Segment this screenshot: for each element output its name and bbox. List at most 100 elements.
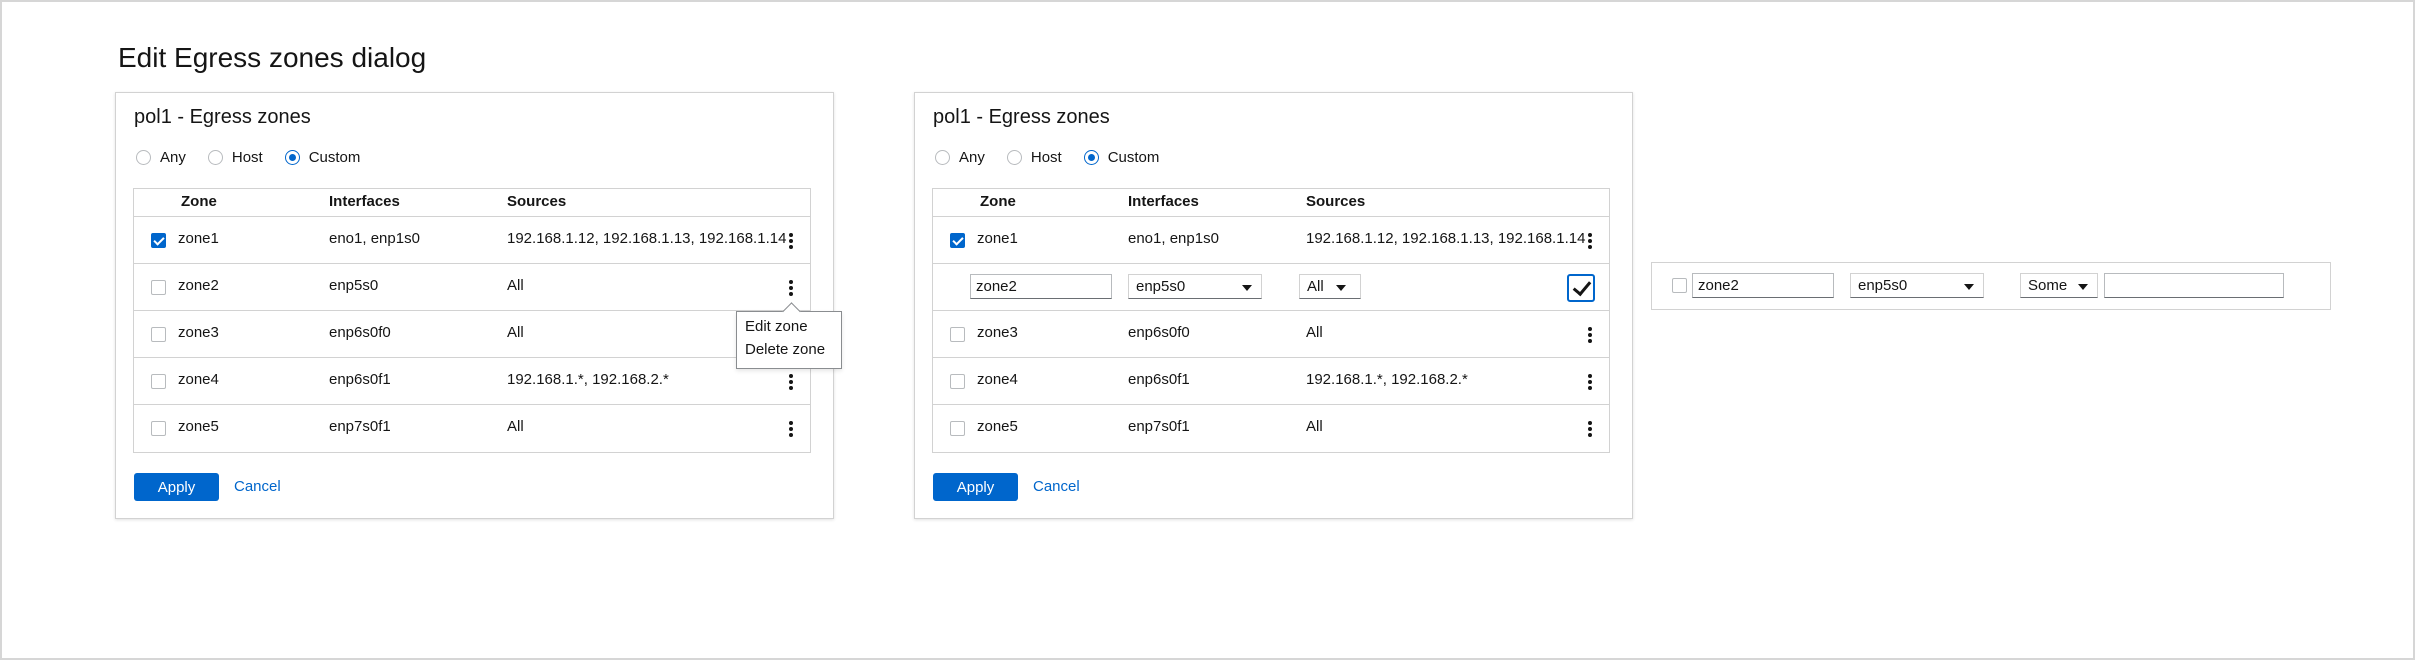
row-checkbox[interactable] [950, 374, 965, 389]
table-row-editing: enp5s0 All [933, 264, 1609, 311]
zones-table: Zone Interfaces Sources zone1 eno1, enp1… [932, 188, 1610, 453]
column-header-interfaces: Interfaces [1128, 193, 1199, 210]
apply-button[interactable]: Apply [933, 473, 1018, 501]
row-checkbox[interactable] [950, 327, 965, 342]
table-row: zone2 enp5s0 All [134, 264, 810, 311]
radio-button-selected[interactable] [284, 150, 300, 165]
sources-text-input[interactable] [2104, 273, 2284, 298]
kebab-menu-icon[interactable] [1587, 327, 1593, 343]
scope-radio-group: Any Host Custom [935, 149, 1181, 166]
zone-cell: zone1 [178, 230, 219, 247]
interfaces-cell: enp5s0 [329, 277, 379, 294]
sources-cell: 192.168.1.12, 192.168.1.13, 192.168.1.14 [1306, 230, 1586, 247]
radio-button[interactable] [1006, 150, 1022, 165]
kebab-menu-icon[interactable] [1587, 421, 1593, 437]
column-header-interfaces: Interfaces [329, 193, 400, 210]
table-row: zone5 enp7s0f1 All [134, 405, 810, 452]
interfaces-cell: enp7s0f1 [1128, 418, 1190, 435]
row-checkbox[interactable] [950, 421, 965, 436]
row-checkbox[interactable] [950, 233, 965, 248]
interfaces-cell: enp6s0f1 [329, 371, 391, 388]
zone-cell: zone1 [977, 230, 1018, 247]
sources-select[interactable]: Some [2020, 273, 2098, 298]
radio-button[interactable] [935, 150, 950, 165]
egress-zones-dialog-right: pol1 - Egress zones Any Host Custom Zone… [914, 92, 1633, 519]
table-row: zone3 enp6s0f0 All [134, 311, 810, 358]
table-row: zone4 enp6s0f1 192.168.1.*, 192.168.2.* [933, 358, 1609, 405]
column-header-zone: Zone [980, 193, 1016, 210]
interfaces-cell: eno1, enp1s0 [1128, 230, 1219, 247]
kebab-menu-icon[interactable] [788, 280, 794, 296]
sources-cell: 192.168.1.12, 192.168.1.13, 192.168.1.14 [507, 230, 787, 247]
row-checkbox[interactable] [151, 233, 166, 248]
row-checkbox[interactable] [151, 374, 166, 389]
caret-down-icon [1964, 284, 1974, 290]
scope-radio-group: Any Host Custom [136, 149, 382, 166]
zone-cell: zone3 [178, 324, 219, 341]
kebab-menu-icon[interactable] [788, 233, 794, 249]
row-checkbox[interactable] [1672, 278, 1687, 293]
radio-host[interactable]: Host [207, 149, 263, 166]
kebab-menu-icon[interactable] [1587, 233, 1593, 249]
column-header-sources: Sources [507, 193, 567, 210]
interface-select[interactable]: enp5s0 [1850, 273, 1984, 298]
sources-cell: All [507, 277, 524, 294]
sources-cell: All [507, 324, 524, 341]
edit-row-variant: enp5s0 Some [1651, 262, 2331, 310]
table-row: zone3 enp6s0f0 All [933, 311, 1609, 358]
row-checkbox[interactable] [151, 327, 166, 342]
radio-host[interactable]: Host [1006, 149, 1062, 166]
interfaces-cell: enp6s0f0 [1128, 324, 1190, 341]
radio-custom[interactable]: Custom [1083, 149, 1160, 166]
zone-cell: zone4 [977, 371, 1018, 388]
table-row: zone1 eno1, enp1s0 192.168.1.12, 192.168… [933, 217, 1609, 264]
radio-any[interactable]: Any [935, 149, 985, 166]
select-value: Some [2028, 277, 2068, 294]
zone-name-input[interactable] [970, 274, 1112, 299]
cancel-button[interactable]: Cancel [1033, 478, 1080, 495]
menu-item-edit-zone[interactable]: Edit zone [745, 318, 808, 335]
interfaces-cell: enp6s0f0 [329, 324, 391, 341]
caret-down-icon [2078, 284, 2088, 290]
kebab-menu-icon[interactable] [788, 374, 794, 390]
apply-button[interactable]: Apply [134, 473, 219, 501]
radio-label: Host [231, 149, 263, 166]
sources-cell: 192.168.1.*, 192.168.2.* [1306, 371, 1468, 388]
sources-cell: All [1306, 324, 1323, 341]
zone-name-input[interactable] [1692, 273, 1834, 298]
column-header-sources: Sources [1306, 193, 1366, 210]
radio-button[interactable] [207, 150, 223, 165]
table-row: zone5 enp7s0f1 All [933, 405, 1609, 452]
confirm-edit-icon[interactable] [1567, 274, 1595, 302]
select-value: All [1307, 278, 1324, 295]
zone-cell: zone2 [178, 277, 219, 294]
select-value: enp5s0 [1858, 277, 1908, 294]
radio-any[interactable]: Any [136, 149, 186, 166]
interface-select[interactable]: enp5s0 [1128, 274, 1262, 299]
interfaces-cell: eno1, enp1s0 [329, 230, 420, 247]
zones-table: Zone Interfaces Sources zone1 eno1, enp1… [133, 188, 811, 453]
table-header: Zone Interfaces Sources [933, 189, 1609, 217]
row-checkbox[interactable] [151, 280, 166, 295]
menu-item-delete-zone[interactable]: Delete zone [745, 341, 825, 358]
egress-zones-dialog-left: pol1 - Egress zones Any Host Custom Zone… [115, 92, 842, 519]
radio-button-selected[interactable] [1083, 150, 1099, 165]
caret-down-icon [1336, 285, 1346, 291]
kebab-menu-icon[interactable] [1587, 374, 1593, 390]
cancel-button[interactable]: Cancel [234, 478, 281, 495]
row-actions-menu: Edit zone Delete zone [736, 311, 842, 369]
zone-cell: zone5 [178, 418, 219, 435]
interfaces-cell: enp6s0f1 [1128, 371, 1190, 388]
sources-select[interactable]: All [1299, 274, 1361, 299]
radio-button[interactable] [136, 150, 151, 165]
radio-label: Custom [1107, 149, 1160, 166]
radio-custom[interactable]: Custom [284, 149, 360, 166]
radio-label: Any [959, 149, 985, 166]
interfaces-cell: enp7s0f1 [329, 418, 391, 435]
sources-cell: All [507, 418, 524, 435]
kebab-menu-icon[interactable] [788, 421, 794, 437]
row-checkbox[interactable] [151, 421, 166, 436]
table-row: zone1 eno1, enp1s0 192.168.1.12, 192.168… [134, 217, 810, 264]
dialog-title: pol1 - Egress zones [134, 106, 311, 128]
zone-cell: zone4 [178, 371, 219, 388]
